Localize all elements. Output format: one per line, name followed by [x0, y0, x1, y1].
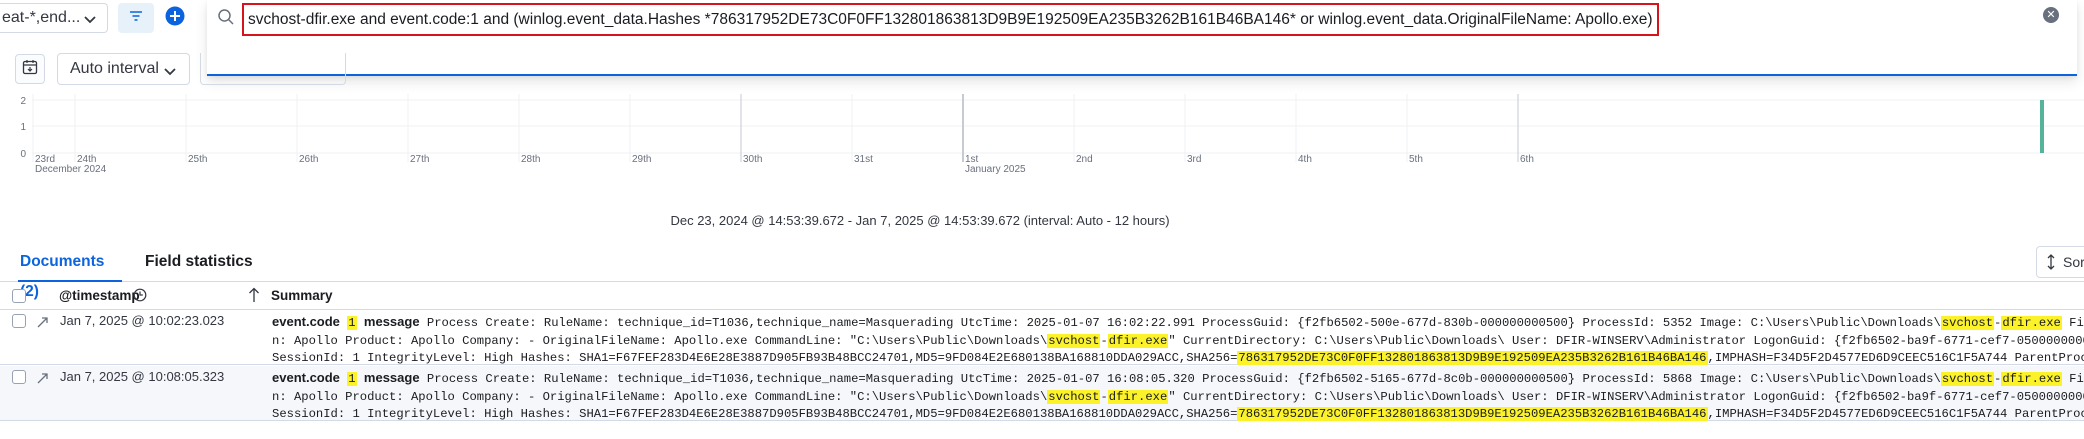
sort-label: Sor [2063, 254, 2084, 270]
summary-text: SessionId: 1 IntegrityLevel: High Hashes… [272, 351, 1238, 365]
field-name-message: message [363, 314, 420, 329]
tab-documents[interactable]: Documents (2) [18, 247, 122, 300]
histogram-svg: 210 23rd 24th 25th 26th 27th 28th 29th 30th 31st… [20, 94, 2084, 175]
histogram-chart: 210 23rd 24th 25th 26th 27th 28th 29th 30th 31st… [0, 92, 2084, 202]
summary-text: Process Create: RuleName: technique_id=T… [419, 316, 1941, 330]
filter-options-button[interactable] [118, 3, 154, 33]
chevron-down-icon [163, 64, 177, 83]
summary-text: " CurrentDirectory: C:\Users\Public\Down… [1168, 389, 2084, 404]
summary-text: " CurrentDirectory: C:\Users\Public\Down… [1168, 333, 2084, 348]
time-range-label: Dec 23, 2024 @ 14:53:39.672 - Jan 7, 202… [670, 213, 1170, 228]
highlight-svchost: svchost [1047, 333, 1101, 348]
chevron-down-icon [83, 12, 97, 31]
results-tabs: Documents (2) Field statistics [0, 247, 2084, 300]
sort-icon [2045, 247, 2057, 287]
row-timestamp: Jan 7, 2025 @ 10:02:23.023 [60, 313, 225, 328]
query-input[interactable]: svchost-dfir.exe and event.code:1 and (w… [242, 3, 1659, 36]
row-checkbox[interactable] [12, 370, 26, 384]
table-row[interactable]: Jan 7, 2025 @ 10:08:05.323 event.code 1 … [0, 366, 2084, 421]
field-name-event-code: event.code [272, 370, 340, 385]
x-tick-label: 6th [1520, 154, 1534, 165]
highlight-event-code: 1 [347, 316, 357, 330]
x-tick-label: 3rd [1187, 154, 1201, 165]
summary-text: n: Apollo Product: Apollo Company: - Ori… [272, 333, 1048, 348]
interval-label: Auto interval [70, 60, 159, 77]
search-icon [217, 8, 235, 31]
x-tick-label: 5th [1409, 154, 1423, 165]
close-icon: ✕ [2046, 9, 2056, 21]
clock-icon [133, 288, 147, 305]
data-view-label: eat-*,end... [2, 9, 81, 26]
highlight-event-code: 1 [347, 372, 357, 386]
grid-header: @timestamp Summary [0, 282, 2084, 310]
field-name-message: message [363, 370, 420, 385]
highlight-svchost: svchost [1940, 372, 1995, 386]
y-tick-label: 1 [20, 122, 26, 133]
summary-text: - [1100, 389, 1108, 404]
highlight-dfir: dfir.exe [1107, 333, 1169, 348]
x-tick-label: 25th [188, 154, 207, 165]
row-summary: event.code 1 message Process Create: Rul… [272, 313, 2084, 368]
row-timestamp: Jan 7, 2025 @ 10:08:05.323 [60, 369, 225, 384]
summary-text: FileVer [2069, 316, 2084, 330]
x-tick-label: 30th [743, 154, 762, 165]
expand-icon[interactable] [36, 372, 49, 388]
query-bar: svchost-dfir.exe and event.code:1 and (w… [207, 0, 2077, 76]
y-tick-label: 0 [20, 149, 26, 160]
summary-text: ,IMPHASH=F34D5F2D4577ED6D9CEEC516C1F5A74… [1707, 351, 2084, 365]
highlight-svchost: svchost [1940, 316, 1995, 330]
row-checkbox[interactable] [12, 314, 26, 328]
month-label: December 2024 [35, 164, 107, 175]
highlight-dfir: dfir.exe [2001, 316, 2062, 330]
summary-text: n: Apollo Product: Apollo Company: - Ori… [272, 389, 1048, 404]
y-tick-label: 2 [20, 96, 26, 107]
x-tick-label: 29th [632, 154, 651, 165]
table-row[interactable]: Jan 7, 2025 @ 10:02:23.023 event.code 1 … [0, 310, 2084, 365]
sort-ascending-icon[interactable] [248, 287, 260, 306]
filter-icon [129, 9, 143, 27]
tab-field-statistics[interactable]: Field statistics [145, 247, 253, 282]
breakdown-select[interactable] [200, 53, 346, 85]
clear-query-button[interactable]: ✕ [2043, 7, 2059, 23]
timestamp-column-header[interactable]: @timestamp [59, 288, 140, 303]
summary-text: SessionId: 1 IntegrityLevel: High Hashes… [272, 407, 1238, 421]
x-tick-label: 27th [410, 154, 429, 165]
summary-text: FileVer [2069, 372, 2084, 386]
highlight-dfir: dfir.exe [2001, 372, 2062, 386]
field-name-event-code: event.code [272, 314, 340, 329]
plus-circle-icon [165, 6, 185, 31]
data-view-selector[interactable]: eat-*,end... [0, 3, 108, 33]
sort-button[interactable]: Sor [2036, 246, 2084, 278]
x-tick-label: 31st [854, 154, 873, 165]
x-tick-label: 26th [299, 154, 318, 165]
highlight-hash: 786317952DE73C0F0FF132801863813D9B9E1925… [1237, 407, 1708, 421]
summary-text: - [1100, 333, 1108, 348]
add-filter-button[interactable] [160, 3, 190, 33]
summary-column-header[interactable]: Summary [271, 288, 333, 303]
histogram-bar [2040, 100, 2044, 153]
highlight-dfir: dfir.exe [1107, 389, 1169, 404]
month-label: January 2025 [965, 164, 1026, 175]
x-tick-label: 28th [521, 154, 540, 165]
summary-text: ,IMPHASH=F34D5F2D4577ED6D9CEEC516C1F5A74… [1707, 407, 2084, 421]
toggle-chart-button[interactable] [15, 54, 45, 84]
x-tick-label: 2nd [1076, 154, 1093, 165]
highlight-svchost: svchost [1047, 389, 1101, 404]
x-tick-label: 4th [1298, 154, 1312, 165]
highlight-hash: 786317952DE73C0F0FF132801863813D9B9E1925… [1237, 351, 1708, 365]
expand-icon[interactable] [36, 316, 49, 332]
summary-text: Process Create: RuleName: technique_id=T… [419, 372, 1941, 386]
calendar-icon [22, 59, 38, 80]
select-all-checkbox[interactable] [12, 289, 26, 303]
interval-select[interactable]: Auto interval [57, 53, 190, 85]
row-summary: event.code 1 message Process Create: Rul… [272, 369, 2084, 424]
